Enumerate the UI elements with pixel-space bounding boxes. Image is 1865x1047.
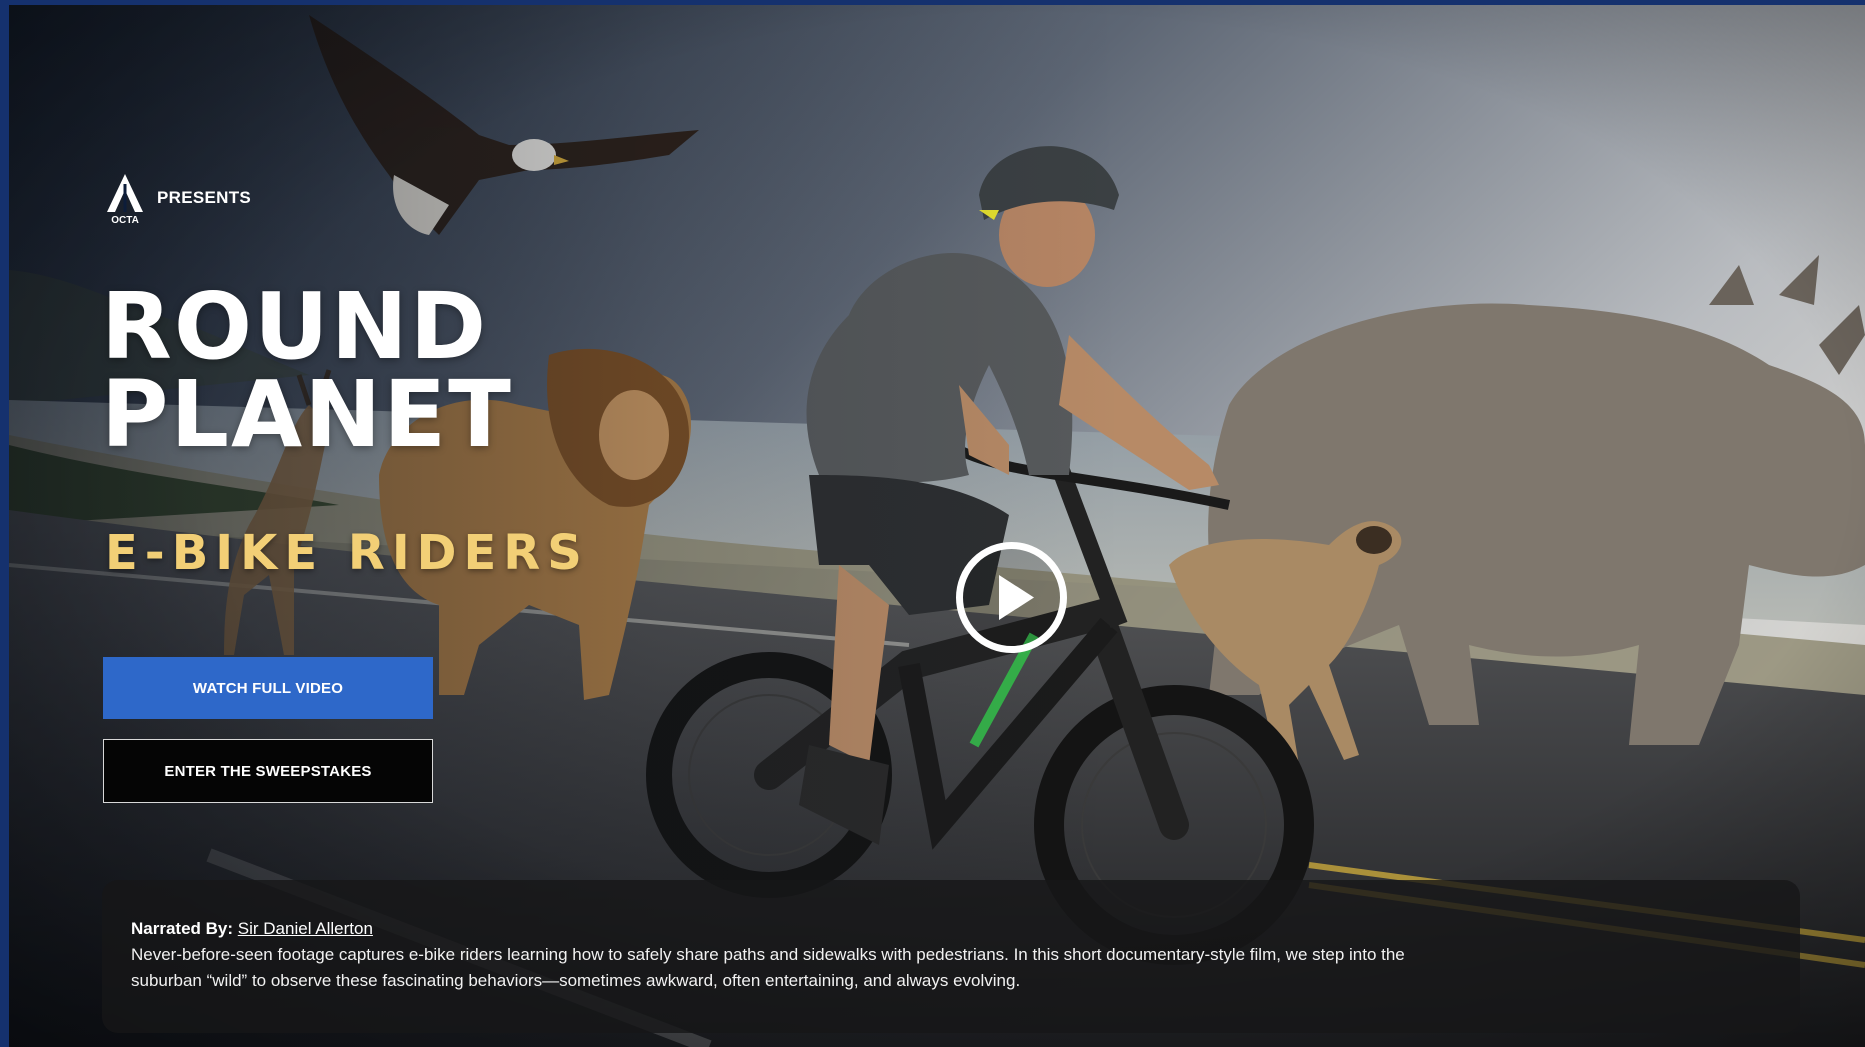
play-circle-icon[interactable] [954, 540, 1069, 655]
narration-line: Narrated By: Sir Daniel Allerton [131, 916, 1772, 942]
brand-lockup: OCTA PRESENTS [105, 172, 251, 224]
octa-logo-icon: OCTA [107, 174, 143, 224]
page-title: ROUND PLANET [101, 281, 513, 461]
narrated-by-label: Narrated By: [131, 919, 234, 938]
watch-full-video-button[interactable]: WATCH FULL VIDEO [103, 657, 433, 719]
narrator-link[interactable]: Sir Daniel Allerton [238, 919, 373, 938]
presents-label: PRESENTS [157, 188, 252, 207]
video-description: Never-before-seen footage captures e-bik… [131, 945, 1405, 990]
title-line-2: PLANET [101, 361, 513, 468]
octa-logo-text: OCTA [111, 215, 139, 224]
hero-section: OCTA PRESENTS ROUND PLANET E-BIKE RIDERS… [9, 5, 1865, 1047]
enter-sweepstakes-button[interactable]: ENTER THE SWEEPSTAKES [103, 739, 433, 803]
page-subtitle: E-BIKE RIDERS [105, 525, 589, 581]
caption-panel: Narrated By: Sir Daniel Allerton Never-b… [102, 880, 1800, 1033]
